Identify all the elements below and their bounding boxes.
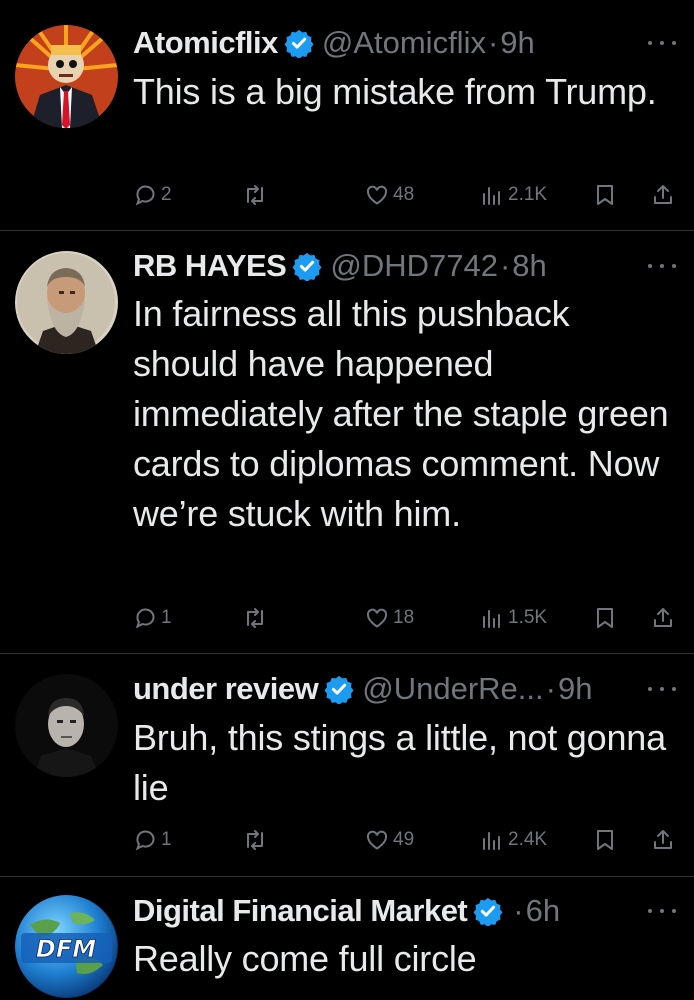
avatar-image — [15, 251, 118, 354]
retweet-button[interactable] — [243, 601, 271, 635]
share-button[interactable] — [651, 601, 675, 635]
verified-badge-icon — [473, 896, 503, 926]
tweet[interactable]: under review @UnderRe... · 9h Bruh, this… — [0, 654, 694, 876]
retweet-icon — [247, 185, 263, 205]
verified-badge-icon — [284, 28, 314, 58]
display-name[interactable]: Atomicflix — [133, 25, 278, 61]
like-icon — [366, 830, 388, 850]
like-button[interactable]: 49 — [365, 823, 414, 857]
more-options-icon[interactable] — [648, 38, 676, 48]
separator-dot: · — [513, 893, 524, 928]
like-icon — [366, 608, 388, 628]
avatar[interactable]: DFM — [15, 895, 118, 998]
reply-button[interactable]: 2 — [133, 178, 172, 212]
views-button[interactable]: 1.5K — [480, 601, 547, 635]
like-count: 48 — [393, 184, 415, 205]
avatar-logo-text: DFM — [36, 935, 96, 963]
like-count: 18 — [393, 607, 415, 628]
tweet[interactable]: RB HAYES @DHD7742 · 8h In fairness all t… — [0, 231, 694, 653]
reply-button[interactable]: 1 — [133, 823, 172, 857]
reply-button[interactable]: 1 — [133, 601, 172, 635]
like-button[interactable]: 48 — [365, 178, 414, 212]
verified-badge-icon — [324, 674, 354, 704]
reply-icon — [135, 830, 155, 851]
like-button[interactable]: 18 — [365, 601, 414, 635]
reply-icon — [135, 608, 155, 629]
views-icon — [483, 832, 500, 850]
views-icon — [483, 187, 500, 205]
bookmark-icon — [597, 185, 613, 205]
share-icon — [654, 830, 672, 849]
avatar-image — [15, 674, 118, 777]
views-icon — [483, 610, 500, 628]
timestamp[interactable]: 6h — [526, 893, 560, 929]
bookmark-icon — [597, 830, 613, 850]
bookmark-button[interactable] — [593, 823, 617, 857]
retweet-button[interactable] — [243, 823, 271, 857]
share-button[interactable] — [651, 178, 675, 212]
reply-count: 1 — [161, 829, 172, 850]
views-count: 1.5K — [508, 607, 548, 628]
share-button[interactable] — [651, 823, 675, 857]
views-button[interactable]: 2.4K — [480, 823, 547, 857]
bookmark-icon — [597, 608, 613, 628]
avatar-image — [15, 25, 118, 128]
display-name[interactable]: RB HAYES — [133, 248, 287, 284]
bookmark-button[interactable] — [593, 601, 617, 635]
timestamp[interactable]: 8h — [512, 248, 546, 284]
avatar-image: DFM — [15, 895, 118, 998]
action-bar: 2 48 2.1K — [0, 178, 694, 212]
views-count: 2.1K — [508, 184, 548, 205]
separator-dot: · — [545, 671, 556, 706]
bookmark-button[interactable] — [593, 178, 617, 212]
reply-icon — [135, 185, 155, 206]
reply-count: 2 — [161, 184, 172, 205]
views-button[interactable]: 2.1K — [480, 178, 547, 212]
tweet-text: Bruh, this stings a little, not gonna li… — [133, 717, 666, 808]
retweet-button[interactable] — [243, 178, 271, 212]
action-bar: 1 18 1.5K — [0, 601, 694, 635]
avatar[interactable] — [15, 251, 118, 354]
separator-dot: · — [499, 248, 511, 283]
handle[interactable]: @UnderRe... — [362, 671, 543, 707]
like-count: 49 — [393, 829, 415, 850]
reply-count: 1 — [161, 607, 172, 628]
tweet-text: Really come full circle — [133, 938, 477, 979]
share-icon — [654, 185, 672, 204]
timestamp[interactable]: 9h — [500, 25, 534, 61]
avatar[interactable] — [15, 25, 118, 128]
views-count: 2.4K — [508, 829, 548, 850]
like-icon — [366, 185, 388, 205]
tweet[interactable]: Atomicflix @Atomicflix · 9h This is a bi… — [0, 0, 694, 230]
avatar[interactable] — [15, 674, 118, 777]
handle[interactable]: @DHD7742 — [330, 248, 498, 284]
display-name[interactable]: Digital Financial Market — [133, 893, 468, 929]
timestamp[interactable]: 9h — [558, 671, 592, 707]
retweet-icon — [247, 608, 263, 628]
retweet-icon — [247, 830, 263, 850]
more-options-icon[interactable] — [648, 261, 676, 271]
display-name[interactable]: under review — [133, 671, 319, 707]
tweet[interactable]: DFM Digital Financial Market · 6h Really… — [0, 877, 694, 1000]
more-options-icon[interactable] — [648, 684, 676, 694]
tweet-text: This is a big mistake from Trump. — [133, 71, 657, 112]
share-icon — [654, 608, 672, 627]
more-options-icon[interactable] — [648, 906, 676, 916]
verified-badge-icon — [292, 251, 322, 281]
separator-dot: · — [487, 25, 499, 60]
handle[interactable]: @Atomicflix — [322, 25, 486, 61]
action-bar: 1 49 2.4K — [0, 823, 694, 857]
tweet-text: In fairness all this pushback should hav… — [133, 293, 669, 534]
